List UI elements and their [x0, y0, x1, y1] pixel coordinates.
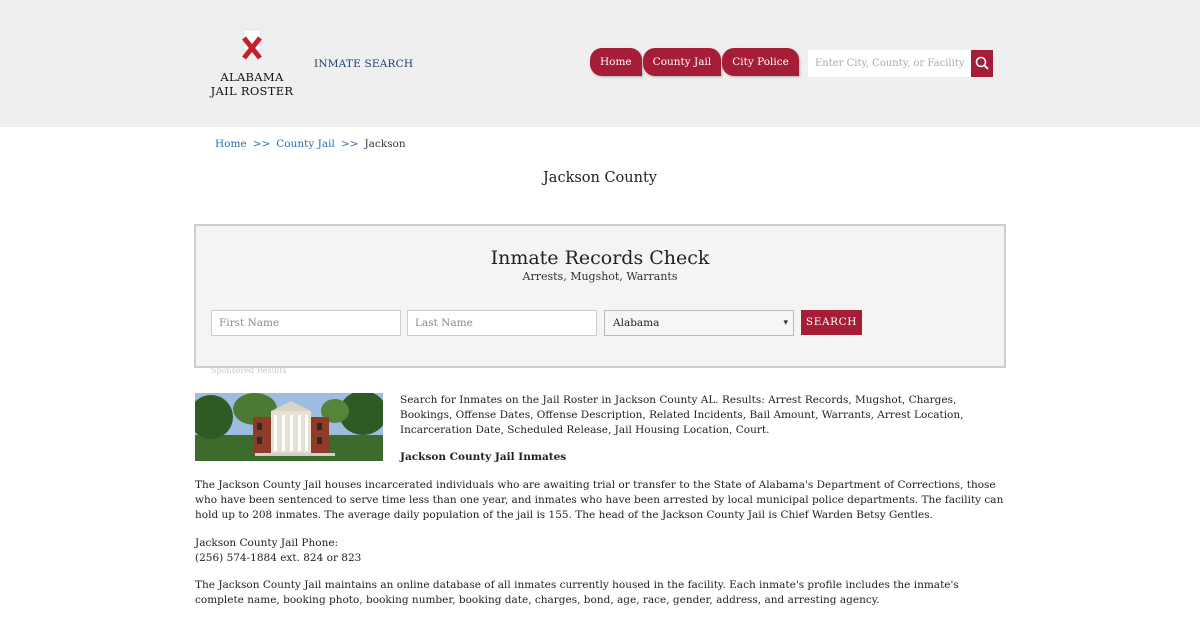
breadcrumb-current: Jackson	[364, 138, 406, 150]
section-heading: Jackson County Jail Inmates	[400, 451, 567, 463]
courthouse-image	[195, 393, 383, 461]
phone-number: (256) 574-1884 ext. 824 or 823	[195, 552, 362, 564]
sponsored-results-label: Sponsored Results	[211, 366, 287, 375]
first-name-field[interactable]: First Name	[211, 310, 401, 336]
breadcrumb: Home >> County Jail >> Jackson	[215, 138, 406, 150]
chevron-down-icon: ▾	[783, 318, 788, 328]
inmate-search-link[interactable]: INMATE SEARCH	[314, 58, 413, 70]
nav-city-police[interactable]: City Police	[722, 48, 799, 76]
site-logo[interactable]: ALABAMA JAIL ROSTER	[210, 28, 296, 102]
nav-county-jail[interactable]: County Jail	[642, 48, 722, 76]
alabama-flag-icon	[242, 29, 262, 60]
state-select[interactable]: Alabama ▾	[604, 310, 794, 336]
breadcrumb-separator: >>	[340, 138, 359, 150]
breadcrumb-home[interactable]: Home	[215, 138, 247, 150]
last-name-field[interactable]: Last Name	[407, 310, 597, 336]
nav-home[interactable]: Home	[590, 48, 642, 76]
inmate-records-check-panel: Inmate Records Check Arrests, Mugshot, W…	[194, 224, 1006, 368]
intro-text: Search for Inmates on the Jail Roster in…	[400, 394, 964, 436]
logo-text-line2: JAIL ROSTER	[210, 84, 294, 98]
site-header: ALABAMA JAIL ROSTER INMATE SEARCH Home C…	[0, 0, 1200, 127]
search-button[interactable]	[971, 50, 993, 77]
logo-text-line1: ALABAMA	[220, 70, 284, 84]
records-check-title: Inmate Records Check	[490, 247, 710, 269]
breadcrumb-county-jail[interactable]: County Jail	[276, 138, 335, 150]
breadcrumb-separator: >>	[252, 138, 271, 150]
jail-description: The Jackson County Jail houses incarcera…	[195, 479, 1004, 521]
phone-label: Jackson County Jail Phone:	[195, 537, 339, 549]
page-title: Jackson County	[542, 170, 657, 186]
state-select-value: Alabama	[613, 317, 660, 329]
search-icon	[975, 56, 989, 70]
database-description: The Jackson County Jail maintains an onl…	[195, 579, 959, 606]
facility-search-input[interactable]: Enter City, County, or Facility	[808, 50, 972, 77]
records-search-button[interactable]: SEARCH	[801, 310, 862, 335]
records-check-subtitle: Arrests, Mugshot, Warrants	[522, 270, 678, 283]
main-nav: Home County Jail City Police	[590, 48, 800, 76]
